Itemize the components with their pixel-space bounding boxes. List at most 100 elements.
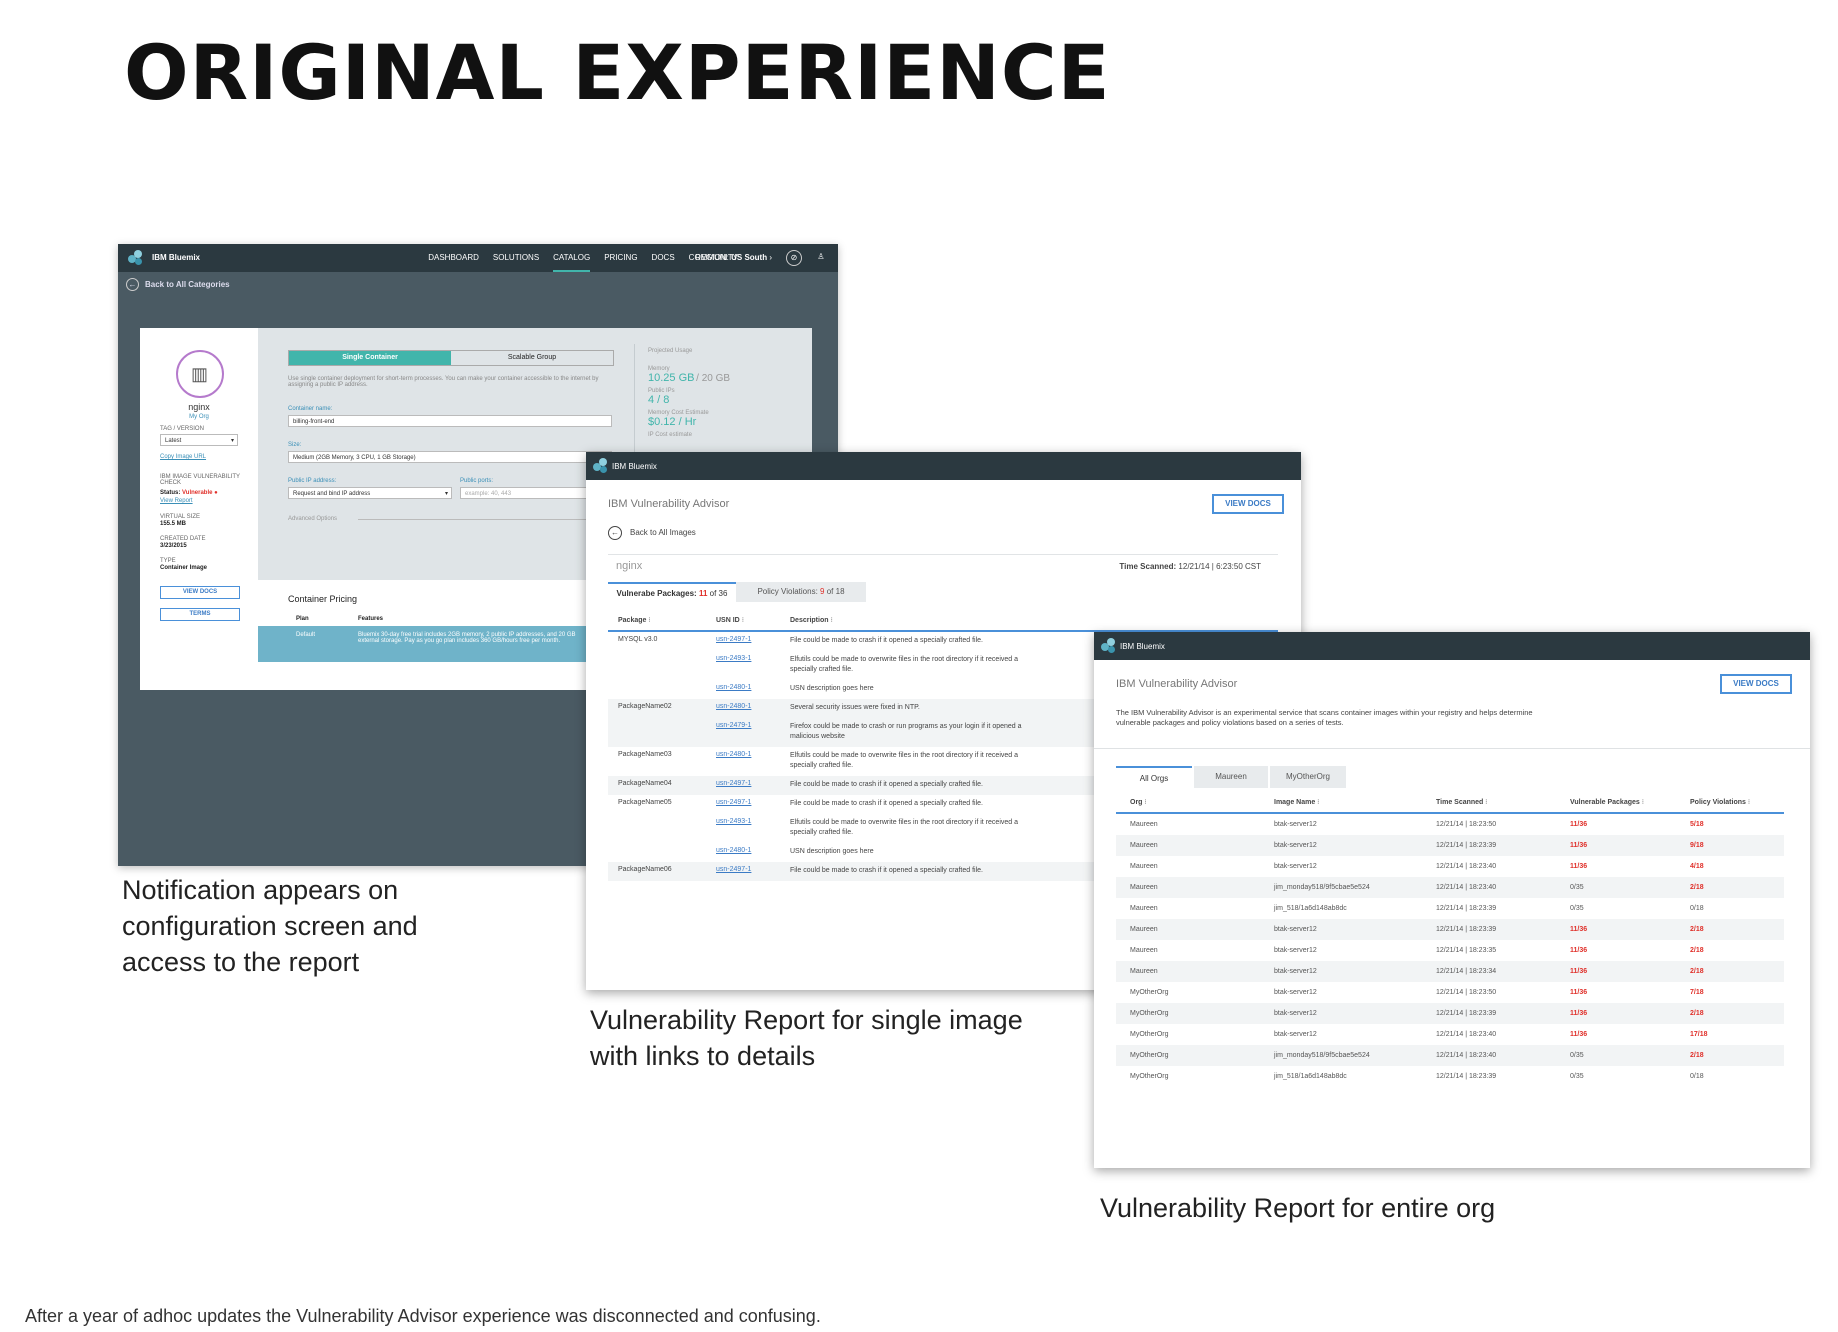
- usn-link[interactable]: usn-2480-1: [716, 847, 751, 854]
- org-cell: Maureen: [1130, 926, 1158, 933]
- tab-maureen[interactable]: Maureen: [1194, 766, 1268, 788]
- copy-url-link[interactable]: Copy Image URL: [160, 454, 206, 460]
- usn-link[interactable]: usn-2479-1: [716, 722, 751, 729]
- seg-scalable-group[interactable]: Scalable Group: [451, 351, 613, 365]
- org-cell: Maureen: [1130, 905, 1158, 912]
- terms-button[interactable]: TERMS: [160, 608, 240, 621]
- description-cell: Elfutils could be made to overwrite file…: [790, 819, 1018, 836]
- package-cell: PackageName06: [618, 866, 672, 873]
- tag-label: TAG / VERSION: [160, 426, 204, 432]
- back-to-images-link[interactable]: ← Back to All Images: [608, 526, 696, 540]
- nav-item-docs[interactable]: DOCS: [652, 253, 675, 272]
- usn-link[interactable]: usn-2480-1: [716, 703, 751, 710]
- usn-link[interactable]: usn-2493-1: [716, 655, 751, 662]
- ip-select[interactable]: Request and bind IP address ▾: [288, 487, 452, 499]
- page-title: ORIGINAL EXPERIENCE: [124, 28, 1111, 117]
- view-docs-button[interactable]: VIEW DOCS: [1720, 674, 1792, 694]
- usn-link[interactable]: usn-2493-1: [716, 818, 751, 825]
- region-selector[interactable]: REGION: US South ›: [695, 253, 772, 262]
- org-cell: Maureen: [1130, 884, 1158, 891]
- column-header[interactable]: Vulnerable Packages ⁝: [1570, 794, 1644, 812]
- column-header[interactable]: USN ID ⁝: [716, 612, 744, 630]
- column-header[interactable]: Policy Violations ⁝: [1690, 794, 1750, 812]
- nav-item-solutions[interactable]: SOLUTIONS: [493, 253, 539, 272]
- description-cell: Firefox could be made to crash or run pr…: [790, 723, 1022, 740]
- usn-link[interactable]: usn-2497-1: [716, 636, 751, 643]
- caption-single: Vulnerability Report for single image wi…: [590, 1005, 1023, 1071]
- table-row[interactable]: Maureen btak-server12 12/21/14 | 18:23:39 1…: [1116, 835, 1784, 856]
- main-menu: DASHBOARD SOLUTIONS CATALOG PRICING DOCS COMM…: [428, 253, 738, 272]
- nav-item-pricing[interactable]: PRICING: [604, 253, 637, 272]
- projected-usage: Projected Usage Memory 10.25 GB / 20 GB …: [648, 348, 730, 438]
- vulnerable-packages-cell: 11/36: [1570, 926, 1588, 933]
- column-header[interactable]: Description ⁝: [790, 612, 833, 630]
- user-icon[interactable]: ♙: [814, 250, 828, 264]
- size-label: Size:: [288, 442, 302, 448]
- table-row[interactable]: MyOtherOrg btak-server12 12/21/14 | 18:23:…: [1116, 982, 1784, 1003]
- nav-item-catalog[interactable]: CATALOG: [553, 253, 591, 272]
- time-scanned-cell: 12/21/14 | 18:23:40: [1436, 1052, 1497, 1059]
- image-name-cell: jim_518/1a6d148ab8dc: [1274, 905, 1347, 912]
- view-docs-button[interactable]: VIEW DOCS: [1212, 494, 1284, 514]
- time-scanned-cell: 12/21/14 | 18:23:35: [1436, 947, 1497, 954]
- column-header[interactable]: Time Scanned ⁝: [1436, 794, 1488, 812]
- image-name-cell: jim_monday518/9f5cbae5e524: [1274, 1052, 1370, 1059]
- table-row[interactable]: Maureen btak-server12 12/21/14 | 18:23:40 1…: [1116, 856, 1784, 877]
- vulnerable-packages-cell: 11/36: [1570, 1010, 1588, 1017]
- caption-org: Vulnerability Report for entire org: [1100, 1193, 1496, 1223]
- image-name-cell: btak-server12: [1274, 926, 1317, 933]
- advanced-options-toggle[interactable]: Advanced Options: [288, 516, 337, 522]
- column-header[interactable]: Image Name ⁝: [1274, 794, 1319, 812]
- tab-myotherorg[interactable]: MyOtherOrg: [1270, 766, 1346, 788]
- usn-link[interactable]: usn-2497-1: [716, 780, 751, 787]
- tab-all-orgs[interactable]: All Orgs: [1116, 766, 1192, 790]
- time-scanned-cell: 12/21/14 | 18:23:50: [1436, 989, 1497, 996]
- tag-select[interactable]: Latest ▾: [160, 434, 238, 446]
- container-name-input[interactable]: billing-front-end: [288, 415, 612, 427]
- back-link[interactable]: ← Back to All Categories: [126, 278, 230, 291]
- time-scanned: Time Scanned: 12/21/14 | 6:23:50 CST: [1119, 562, 1261, 571]
- org-cell: MyOtherOrg: [1130, 1010, 1169, 1017]
- deployment-toggle[interactable]: Single Container Scalable Group: [288, 350, 614, 366]
- nav-item-dashboard[interactable]: DASHBOARD: [428, 253, 479, 272]
- view-docs-button[interactable]: VIEW DOCS: [160, 586, 240, 599]
- image-org: My Org: [189, 414, 209, 420]
- image-name-cell: btak-server12: [1274, 842, 1317, 849]
- policy-violations-cell: 17/18: [1690, 1031, 1708, 1038]
- table-row[interactable]: Maureen btak-server12 12/21/14 | 18:23:39 1…: [1116, 919, 1784, 940]
- org-table: Org ⁝ Image Name ⁝ Time Scanned ⁝ Vulner…: [1116, 794, 1784, 1087]
- view-report-link[interactable]: View Report: [160, 498, 193, 504]
- size-select[interactable]: Medium (2GB Memory, 3 CPU, 1 GB Storage): [288, 451, 612, 463]
- usn-link[interactable]: usn-2497-1: [716, 866, 751, 873]
- policy-violations-cell: 2/18: [1690, 968, 1704, 975]
- table-row[interactable]: MyOtherOrg jim_518/1a6d148ab8dc 12/21/14 |…: [1116, 1066, 1784, 1087]
- table-row[interactable]: MyOtherOrg jim_monday518/9f5cbae5e524 12/2…: [1116, 1045, 1784, 1066]
- table-row[interactable]: MyOtherOrg btak-server12 12/21/14 | 18:23:…: [1116, 1003, 1784, 1024]
- column-header[interactable]: Org ⁝: [1130, 794, 1147, 812]
- bluemix-logo-icon: [593, 458, 609, 474]
- table-row[interactable]: Maureen jim_monday518/9f5cbae5e524 12/21/1…: [1116, 877, 1784, 898]
- tab-policy-violations[interactable]: Policy Violations: 9 of 18: [736, 582, 866, 602]
- column-header[interactable]: Package ⁝: [618, 612, 651, 630]
- report-header: IBM Bluemix: [1094, 632, 1810, 660]
- table-row[interactable]: Maureen btak-server12 12/21/14 | 18:23:34 1…: [1116, 961, 1784, 982]
- table-row[interactable]: Maureen btak-server12 12/21/14 | 18:23:35 1…: [1116, 940, 1784, 961]
- usage-title: Projected Usage: [648, 348, 693, 354]
- usn-link[interactable]: usn-2480-1: [716, 751, 751, 758]
- compass-icon[interactable]: ⊘: [786, 250, 802, 266]
- usn-link[interactable]: usn-2480-1: [716, 684, 751, 691]
- deployment-description: Use single container deployment for shor…: [288, 376, 599, 388]
- policy-violations-cell: 9/18: [1690, 842, 1704, 849]
- time-scanned-cell: 12/21/14 | 18:23:40: [1436, 1031, 1497, 1038]
- tab-vulnerable-packages[interactable]: Vulnerabe Packages: 11 of 36: [608, 582, 736, 604]
- org-cell: MyOtherOrg: [1130, 1031, 1169, 1038]
- policy-violations-cell: 2/18: [1690, 926, 1704, 933]
- table-row[interactable]: MyOtherOrg btak-server12 12/21/14 | 18:23:…: [1116, 1024, 1784, 1045]
- policy-violations-cell: 2/18: [1690, 947, 1704, 954]
- seg-single-container[interactable]: Single Container: [289, 351, 451, 365]
- table-row[interactable]: Maureen btak-server12 12/21/14 | 18:23:50 1…: [1116, 814, 1784, 835]
- pricing-title: Container Pricing: [288, 594, 358, 604]
- usn-link[interactable]: usn-2497-1: [716, 799, 751, 806]
- brand-name: IBM Bluemix: [1120, 642, 1165, 651]
- table-row[interactable]: Maureen jim_518/1a6d148ab8dc 12/21/14 | 18…: [1116, 898, 1784, 919]
